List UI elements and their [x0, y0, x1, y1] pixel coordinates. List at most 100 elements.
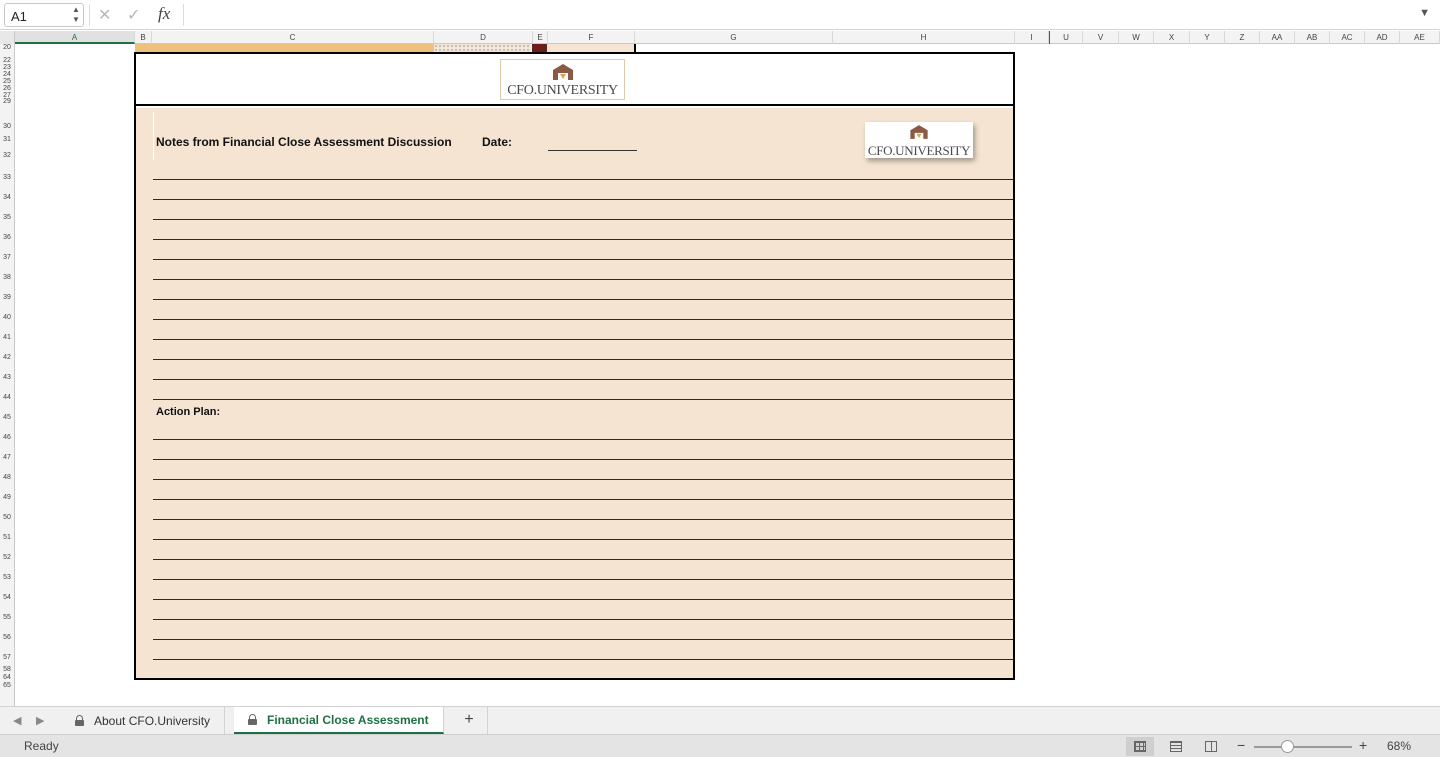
- row-header-51[interactable]: 51: [0, 534, 14, 541]
- scroll-tabs-left-icon[interactable]: ◀: [13, 714, 21, 727]
- zoom-in-button[interactable]: +: [1359, 737, 1367, 753]
- add-sheet-button[interactable]: +: [451, 707, 488, 734]
- page-layout-icon: [1170, 741, 1182, 752]
- page-layout-view-button[interactable]: [1162, 737, 1190, 756]
- ruled-line: [153, 219, 1013, 220]
- ruled-line: [153, 399, 1013, 400]
- column-header-ac[interactable]: AC: [1330, 31, 1365, 44]
- logo-house-icon: [910, 125, 928, 139]
- insert-function-icon[interactable]: fx: [158, 4, 170, 24]
- row-header-55[interactable]: 55: [0, 614, 14, 621]
- row-header-64[interactable]: 64: [0, 674, 14, 681]
- scroll-tabs-right-icon[interactable]: ▶: [36, 714, 44, 727]
- row-header-25[interactable]: 25: [0, 78, 14, 85]
- row-header-43[interactable]: 43: [0, 374, 14, 381]
- ruled-line: [153, 319, 1013, 320]
- row-header-47[interactable]: 47: [0, 454, 14, 461]
- column-header-v[interactable]: V: [1083, 31, 1119, 44]
- column-header-g[interactable]: G: [635, 31, 833, 44]
- row-header-54[interactable]: 54: [0, 594, 14, 601]
- row-header-36[interactable]: 36: [0, 234, 14, 241]
- row-header-20[interactable]: 20: [0, 44, 14, 51]
- lock-icon: [248, 714, 257, 725]
- row-header-52[interactable]: 52: [0, 554, 14, 561]
- ruled-line: [153, 619, 1013, 620]
- row-header-33[interactable]: 33: [0, 174, 14, 181]
- row-header-35[interactable]: 35: [0, 214, 14, 221]
- name-box[interactable]: A1 ▲ ▼: [4, 3, 84, 27]
- row-header-29[interactable]: 29: [0, 98, 14, 105]
- normal-view-button[interactable]: [1126, 737, 1154, 756]
- column-header-u[interactable]: U: [1050, 31, 1083, 44]
- row-header-56[interactable]: 56: [0, 634, 14, 641]
- worksheet[interactable]: CFO.UNIVERSITY Notes from Financial Clos…: [15, 44, 1440, 706]
- column-header-d[interactable]: D: [434, 31, 533, 44]
- tab-about-cfo-university[interactable]: About CFO.University: [61, 707, 226, 734]
- row-header-24[interactable]: 24: [0, 71, 14, 78]
- column-header-ae[interactable]: AE: [1400, 31, 1440, 44]
- guide-line: [153, 112, 154, 160]
- row-header-46[interactable]: 46: [0, 434, 14, 441]
- select-all-corner[interactable]: [0, 31, 15, 44]
- cancel-icon[interactable]: ✕: [98, 5, 111, 25]
- page-break-view-button[interactable]: [1197, 737, 1225, 756]
- row-header-45[interactable]: 45: [0, 414, 14, 421]
- column-header-z[interactable]: Z: [1225, 31, 1260, 44]
- name-box-stepper-icon[interactable]: ▲ ▼: [71, 5, 81, 25]
- logo-header: CFO.UNIVERSITY: [136, 54, 1013, 106]
- row-header-42[interactable]: 42: [0, 354, 14, 361]
- column-header-w[interactable]: W: [1119, 31, 1154, 44]
- column-header-x[interactable]: X: [1154, 31, 1190, 44]
- zoom-slider-thumb[interactable]: [1281, 740, 1294, 753]
- row-header-23[interactable]: 23: [0, 64, 14, 71]
- column-header-ab[interactable]: AB: [1295, 31, 1330, 44]
- row-header-50[interactable]: 50: [0, 514, 14, 521]
- row-header-38[interactable]: 38: [0, 274, 14, 281]
- excel-window: A1 ▲ ▼ ✕ ✓ fx ▼ A B C D E F G H I U V W X Y Z AA AB AC AD AE…: [0, 0, 1440, 757]
- chevron-down-icon[interactable]: ▼: [1419, 7, 1430, 19]
- column-header-b[interactable]: B: [135, 31, 152, 44]
- enter-icon[interactable]: ✓: [127, 5, 140, 25]
- column-header-e[interactable]: E: [533, 31, 548, 44]
- row-header-48[interactable]: 48: [0, 474, 14, 481]
- column-header-ad[interactable]: AD: [1365, 31, 1400, 44]
- row-header-37[interactable]: 37: [0, 254, 14, 261]
- zoom-slider[interactable]: [1254, 746, 1352, 748]
- row-header-22[interactable]: 22: [0, 57, 14, 64]
- notes-panel: Notes from Financial Close Assessment Di…: [136, 108, 1013, 678]
- row-header-58[interactable]: 58: [0, 666, 14, 673]
- column-header-a[interactable]: A: [15, 31, 135, 44]
- row-header-26[interactable]: 26: [0, 85, 14, 92]
- date-field[interactable]: [548, 150, 637, 151]
- ruled-line: [153, 339, 1013, 340]
- row-header-34[interactable]: 34: [0, 194, 14, 201]
- zoom-level[interactable]: 68%: [1387, 739, 1411, 753]
- ruled-line: [153, 579, 1013, 580]
- row-header-65[interactable]: 65: [0, 682, 14, 689]
- column-header-f[interactable]: F: [548, 31, 635, 44]
- column-header-c[interactable]: C: [152, 31, 434, 44]
- formula-input[interactable]: [190, 4, 1410, 26]
- ruled-line: [153, 439, 1013, 440]
- row-header-53[interactable]: 53: [0, 574, 14, 581]
- logo-text: CFO.UNIVERSITY: [507, 83, 618, 98]
- row-header-39[interactable]: 39: [0, 294, 14, 301]
- row-header-31[interactable]: 31: [0, 136, 14, 143]
- row-header-49[interactable]: 49: [0, 494, 14, 501]
- column-header-i[interactable]: I: [1015, 31, 1049, 44]
- row-header-41[interactable]: 41: [0, 334, 14, 341]
- row-header-32[interactable]: 32: [0, 152, 14, 159]
- zoom-out-button[interactable]: −: [1237, 737, 1245, 753]
- column-header-h[interactable]: H: [833, 31, 1015, 44]
- row-header-40[interactable]: 40: [0, 314, 14, 321]
- row-header-57[interactable]: 57: [0, 654, 14, 661]
- sheet-tab-bar: ◀ ▶ About CFO.University Financial Close…: [0, 706, 1440, 734]
- tab-financial-close-assessment[interactable]: Financial Close Assessment: [234, 707, 444, 734]
- row-header-30[interactable]: 30: [0, 123, 14, 130]
- column-header-aa[interactable]: AA: [1260, 31, 1295, 44]
- ruled-line: [153, 459, 1013, 460]
- notes-title: Notes from Financial Close Assessment Di…: [156, 135, 452, 149]
- column-header-y[interactable]: Y: [1190, 31, 1225, 44]
- ruled-line: [153, 659, 1013, 660]
- row-header-44[interactable]: 44: [0, 394, 14, 401]
